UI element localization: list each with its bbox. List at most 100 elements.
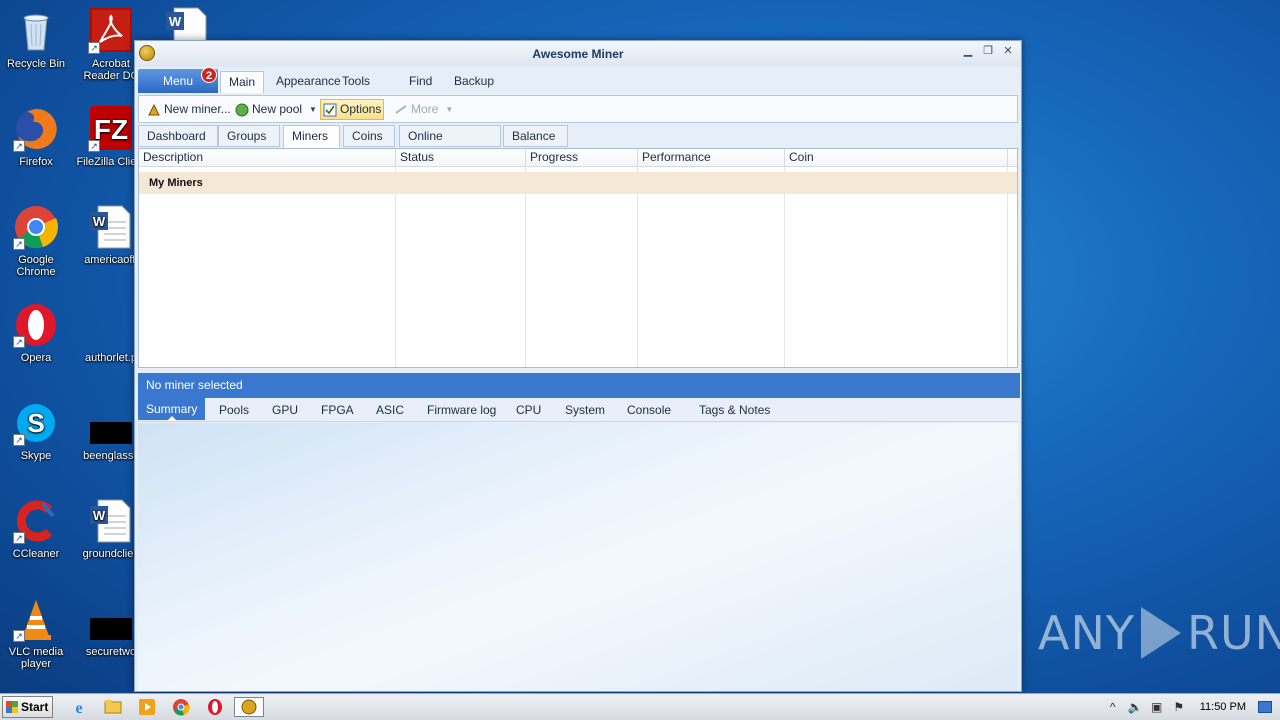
ribbon-tab-find[interactable]: Find: [401, 71, 440, 93]
ribbon-tab-tools[interactable]: Tools: [334, 71, 378, 93]
media-player-taskbar-icon[interactable]: [136, 697, 158, 717]
action-center-flag-icon[interactable]: ⚑: [1172, 700, 1186, 714]
ribbon-tab-main[interactable]: Main: [220, 71, 265, 93]
chevron-down-icon[interactable]: ▼: [309, 99, 317, 120]
miner-icon: [147, 103, 161, 117]
desktop-icon-skype[interactable]: S ↗ Skype: [0, 400, 74, 462]
show-hidden-icons-icon[interactable]: ^: [1106, 700, 1120, 714]
notification-badge: 2: [201, 67, 217, 83]
tab-balance[interactable]: Balance: [503, 125, 568, 147]
view-tab-strip: Dashboard Groups Miners Coins Online Ser…: [138, 125, 1018, 163]
tab-summary[interactable]: Summary: [138, 398, 206, 421]
chrome-taskbar-icon[interactable]: [170, 697, 192, 717]
new-pool-button[interactable]: New pool ▼: [233, 99, 319, 120]
taskbar: Start e ^ 🔈 ▣ ⚑ 11:50 PM: [0, 693, 1280, 720]
chrome-icon: ↗: [13, 204, 59, 250]
vlc-icon: ↗: [13, 596, 59, 642]
watermark-left-text: ANY: [1038, 606, 1135, 660]
windows-logo-icon: [6, 701, 18, 713]
tab-dashboard[interactable]: Dashboard: [138, 125, 218, 147]
image-thumbnail-icon: [88, 596, 134, 642]
awesome-miner-taskbar-icon[interactable]: [234, 697, 264, 717]
volume-icon[interactable]: 🔈: [1128, 700, 1143, 714]
window-title: Awesome Miner: [532, 47, 624, 61]
tab-system[interactable]: System: [565, 400, 605, 420]
desktop-icon-label: Recycle Bin: [6, 58, 66, 70]
more-button[interactable]: More ▼: [392, 99, 455, 120]
watermark-right-text: RUN: [1186, 606, 1280, 660]
new-miner-button[interactable]: New miner...: [145, 99, 233, 120]
opera-taskbar-icon[interactable]: [204, 697, 226, 717]
svg-text:W: W: [93, 214, 106, 229]
desktop-icon-recycle-bin[interactable]: Recycle Bin: [0, 8, 74, 70]
grid-header: Description Status Progress Performance …: [139, 149, 1017, 167]
more-label: More: [411, 102, 439, 116]
ribbon-tab-backup[interactable]: Backup: [446, 71, 502, 93]
close-icon[interactable]: ✕: [1001, 45, 1015, 59]
tab-console[interactable]: Console: [627, 400, 671, 420]
column-header-coin[interactable]: Coin: [785, 149, 1008, 167]
tab-coins[interactable]: Coins: [343, 125, 395, 147]
anyrun-watermark: ANY RUN: [1038, 606, 1280, 660]
clock[interactable]: 11:50 PM: [1200, 701, 1246, 713]
tab-groups[interactable]: Groups: [218, 125, 280, 147]
group-row-my-miners[interactable]: My Miners: [139, 172, 1017, 194]
file-explorer-taskbar-icon[interactable]: [102, 697, 124, 717]
options-button[interactable]: Options: [320, 99, 385, 120]
system-tray: ^ 🔈 ▣ ⚑ 11:50 PM: [1106, 694, 1280, 720]
checkbox-options-icon: [323, 103, 337, 117]
tab-asic[interactable]: ASIC: [376, 400, 404, 420]
tab-firmware-log[interactable]: Firmware log: [427, 400, 496, 420]
column-divider: [637, 167, 638, 367]
column-divider: [784, 167, 785, 367]
detail-tab-strip: Summary Pools GPU FPGA ASIC Firmware log…: [138, 398, 1018, 422]
desktop-icon-ccleaner[interactable]: ↗ CCleaner: [0, 498, 74, 560]
network-icon[interactable]: ▣: [1150, 700, 1164, 714]
minimize-icon[interactable]: ▁: [961, 45, 975, 59]
column-header-description[interactable]: Description: [139, 149, 396, 167]
new-pool-label: New pool: [252, 102, 303, 116]
image-thumbnail-icon: [88, 400, 134, 446]
tab-tags-notes[interactable]: Tags & Notes: [699, 400, 770, 420]
start-button[interactable]: Start: [2, 696, 53, 718]
tab-online-services[interactable]: Online Services: [399, 125, 501, 163]
column-header-performance[interactable]: Performance: [638, 149, 785, 167]
desktop-icon-opera[interactable]: ↗ Opera: [0, 302, 74, 364]
play-icon: [1140, 607, 1181, 659]
word-document-icon: W: [88, 204, 134, 250]
tab-cpu[interactable]: CPU: [516, 400, 541, 420]
filezilla-icon: FZ ↗: [88, 106, 134, 152]
svg-text:W: W: [169, 14, 182, 29]
column-divider: [395, 167, 396, 367]
new-miner-label: New miner...: [164, 102, 231, 116]
svg-text:S: S: [27, 408, 44, 438]
tab-fpga[interactable]: FPGA: [321, 400, 354, 420]
restore-icon[interactable]: ❐: [981, 45, 995, 59]
tab-pools[interactable]: Pools: [219, 400, 249, 420]
internet-explorer-taskbar-icon[interactable]: e: [68, 697, 90, 717]
awesome-miner-window: Awesome Miner ▁ ❐ ✕ Menu 2 Main Appearan…: [134, 40, 1022, 692]
firefox-icon: ↗: [13, 106, 59, 152]
desktop-icon-label: Firefox: [19, 156, 53, 168]
column-header-status[interactable]: Status: [396, 149, 526, 167]
acrobat-icon: ↗: [88, 8, 134, 54]
title-bar[interactable]: Awesome Miner ▁ ❐ ✕: [135, 41, 1021, 67]
desktop-icon-firefox[interactable]: ↗ Firefox: [0, 106, 74, 168]
summary-detail-panel: [138, 423, 1018, 691]
column-header-progress[interactable]: Progress: [526, 149, 638, 167]
more-icon: [394, 103, 408, 117]
desktop-icon-vlc[interactable]: ↗ VLC media player: [0, 596, 74, 670]
desktop-icon-google-chrome[interactable]: ↗ Google Chrome: [0, 204, 74, 278]
word-document-icon[interactable]: W: [164, 6, 210, 40]
chevron-down-icon[interactable]: ▼: [445, 99, 453, 120]
file-icon: [88, 302, 134, 348]
word-document-icon: W: [88, 498, 134, 544]
tab-miners[interactable]: Miners: [283, 125, 340, 148]
show-desktop-button[interactable]: [1258, 701, 1272, 713]
desktop-icon-label: CCleaner: [12, 548, 60, 560]
tab-gpu[interactable]: GPU: [272, 400, 298, 420]
recycle-bin-icon: [13, 8, 59, 54]
desktop-icon-label: Google Chrome: [16, 254, 56, 278]
start-label: Start: [21, 700, 49, 714]
pool-icon: [235, 103, 249, 117]
